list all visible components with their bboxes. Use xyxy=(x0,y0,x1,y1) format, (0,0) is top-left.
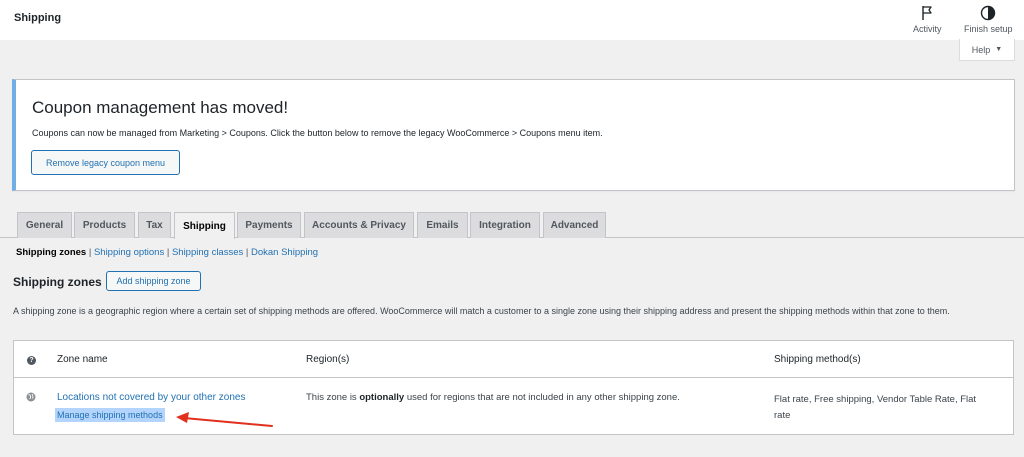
activity-label: Activity xyxy=(913,24,942,34)
top-bar: Shipping Activity Finish setup xyxy=(0,0,1024,40)
subnav-separator: | xyxy=(166,247,170,258)
tab-advanced[interactable]: Advanced xyxy=(543,212,606,238)
zone-region-text: This zone is optionally used for regions… xyxy=(306,392,680,403)
page-title: Shipping xyxy=(14,12,62,24)
help-button[interactable]: Help ▼ xyxy=(959,39,1015,61)
tab-payments[interactable]: Payments xyxy=(237,212,301,238)
shipping-subnav: Shipping zones | Shipping options | Ship… xyxy=(16,247,318,258)
add-shipping-zone-button[interactable]: Add shipping zone xyxy=(106,271,201,291)
annotation-arrow-icon xyxy=(176,412,273,427)
column-regions: Region(s) xyxy=(306,354,350,365)
subnav-shipping-options[interactable]: Shipping options xyxy=(94,247,164,258)
column-shipping-methods: Shipping method(s) xyxy=(774,354,861,365)
tab-products[interactable]: Products xyxy=(74,212,135,238)
table-header: ? Zone name Region(s) Shipping method(s) xyxy=(14,341,1013,378)
subnav-separator: | xyxy=(245,247,249,258)
caret-down-icon: ▼ xyxy=(995,46,1003,53)
zone-name-link[interactable]: Locations not covered by your other zone… xyxy=(57,392,245,403)
zones-heading: Shipping zones xyxy=(13,275,102,289)
notice-title: Coupon management has moved! xyxy=(32,98,289,117)
finish-setup-button[interactable]: Finish setup xyxy=(964,5,1013,34)
tab-integration[interactable]: Integration xyxy=(470,212,540,238)
activity-button[interactable]: Activity xyxy=(913,5,942,34)
column-zone-name: Zone name xyxy=(57,354,108,365)
notice-message: Coupons can now be managed from Marketin… xyxy=(32,128,603,138)
subnav-separator: | xyxy=(88,247,92,258)
zones-description: A shipping zone is a geographic region w… xyxy=(13,306,950,316)
tab-shipping[interactable]: Shipping xyxy=(174,212,235,239)
help-label: Help xyxy=(971,44,991,55)
flag-icon xyxy=(922,6,932,20)
tab-tax[interactable]: Tax xyxy=(138,212,171,238)
subnav-dokan-shipping[interactable]: Dokan Shipping xyxy=(251,247,318,258)
help-icon[interactable]: ? xyxy=(27,356,36,365)
region-emphasis: optionally xyxy=(359,392,405,403)
progress-circle-icon xyxy=(981,5,996,21)
finish-setup-label: Finish setup xyxy=(964,24,1013,34)
manage-shipping-methods-link[interactable]: Manage shipping methods xyxy=(55,408,165,422)
tab-general[interactable]: General xyxy=(17,212,72,238)
subnav-shipping-classes[interactable]: Shipping classes xyxy=(172,247,243,258)
tab-emails[interactable]: Emails xyxy=(417,212,468,238)
coupon-notice: Coupon management has moved! Coupons can… xyxy=(12,79,1015,191)
settings-tabs: General Products Tax Shipping Payments A… xyxy=(0,212,1024,239)
subnav-shipping-zones[interactable]: Shipping zones xyxy=(16,247,86,258)
tab-accounts-privacy[interactable]: Accounts & Privacy xyxy=(304,212,414,238)
globe-icon xyxy=(26,392,36,402)
shipping-zones-table: ? Zone name Region(s) Shipping method(s)… xyxy=(13,340,1014,435)
remove-legacy-coupon-button[interactable]: Remove legacy coupon menu xyxy=(31,150,180,175)
zone-shipping-methods: Flat rate, Free shipping, Vendor Table R… xyxy=(774,394,977,421)
